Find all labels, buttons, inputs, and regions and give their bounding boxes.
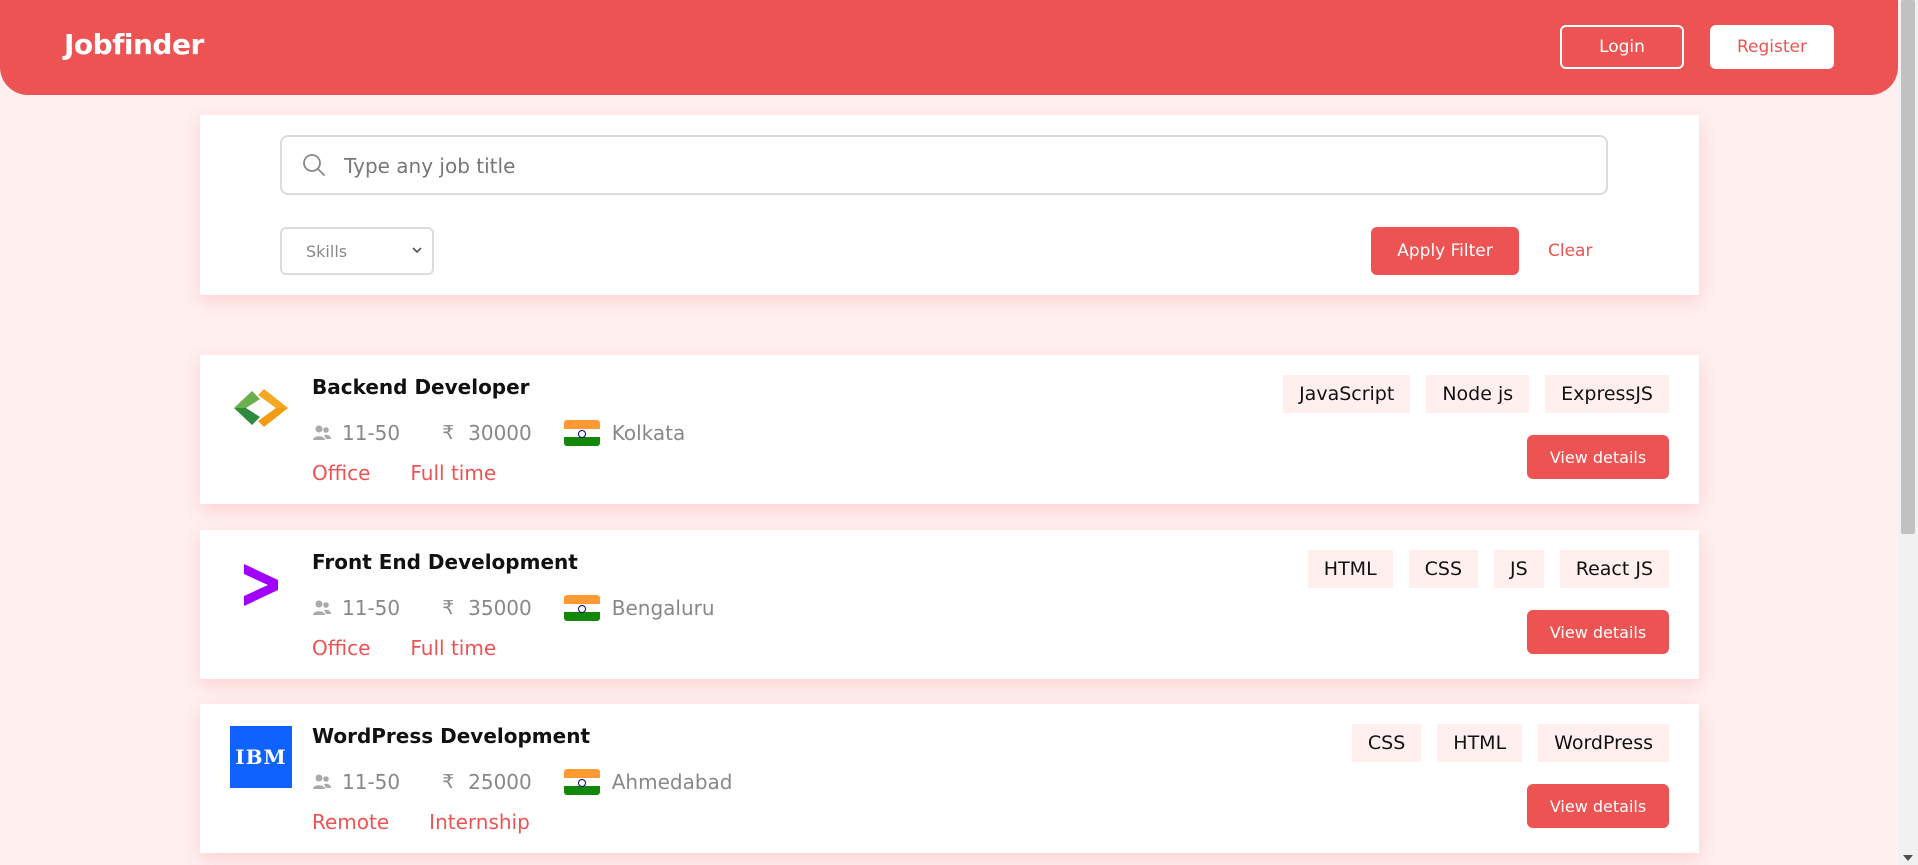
clear-filter-link[interactable]: Clear	[1548, 227, 1592, 275]
chevron-down-icon	[412, 247, 422, 254]
salary: 35000	[468, 596, 532, 620]
skill-chip: ExpressJS	[1545, 375, 1669, 413]
skill-chip: HTML	[1307, 550, 1393, 588]
job-meta: 11-50 ₹ 25000 Ahmedabad	[312, 768, 733, 796]
salary: 25000	[468, 770, 532, 794]
search-input[interactable]	[342, 139, 1586, 193]
job-type: Internship	[429, 810, 530, 834]
skills-list: HTML CSS JS React JS	[1307, 550, 1669, 588]
job-card: IBM WordPress Development 11-50 ₹ 25000 …	[200, 704, 1699, 853]
navbar: Jobfinder Login Register	[0, 0, 1898, 95]
apply-filter-button[interactable]: Apply Filter	[1371, 227, 1519, 275]
job-meta: 11-50 ₹ 35000 Bengaluru	[312, 594, 715, 622]
users-icon	[313, 425, 331, 440]
skill-chip: WordPress	[1538, 724, 1669, 762]
company-size: 11-50	[342, 596, 401, 620]
skill-chip: JS	[1494, 550, 1544, 588]
work-mode: Office	[312, 636, 371, 660]
skill-chip: HTML	[1437, 724, 1523, 762]
view-details-button[interactable]: View details	[1527, 435, 1669, 479]
company-logo-icon	[234, 389, 288, 427]
search-box[interactable]	[280, 135, 1608, 195]
job-type: Full time	[410, 636, 497, 660]
rupee-icon: ₹	[442, 422, 455, 444]
view-details-button[interactable]: View details	[1527, 610, 1669, 654]
skills-select-value: Skills	[306, 241, 348, 261]
skill-chip: CSS	[1351, 724, 1422, 762]
rupee-icon: ₹	[442, 597, 455, 619]
filter-panel: Skills Apply Filter Clear	[200, 115, 1699, 295]
company-logo-icon: IBM	[230, 726, 292, 788]
skill-chip: React JS	[1559, 550, 1669, 588]
skills-list: CSS HTML WordPress	[1351, 724, 1669, 762]
company-logo-icon	[244, 564, 278, 606]
work-mode: Office	[312, 461, 371, 485]
company-size: 11-50	[342, 421, 401, 445]
scrollbar[interactable]	[1898, 0, 1918, 865]
login-button[interactable]: Login	[1560, 25, 1684, 69]
india-flag-icon	[563, 595, 600, 621]
users-icon	[313, 774, 331, 789]
users-icon	[313, 600, 331, 615]
job-type: Full time	[410, 461, 497, 485]
rupee-icon: ₹	[442, 771, 455, 793]
scroll-thumb[interactable]	[1901, 0, 1915, 534]
company-size: 11-50	[342, 770, 401, 794]
job-title[interactable]: Front End Development	[312, 550, 578, 574]
job-meta: 11-50 ₹ 30000 Kolkata	[312, 419, 685, 447]
job-title[interactable]: Backend Developer	[312, 375, 530, 399]
salary: 30000	[468, 421, 532, 445]
skills-list: JavaScript Node js ExpressJS	[1283, 375, 1669, 413]
skill-chip: JavaScript	[1283, 375, 1411, 413]
work-mode: Remote	[312, 810, 390, 834]
job-title[interactable]: WordPress Development	[312, 724, 590, 748]
skill-chip: CSS	[1408, 550, 1479, 588]
location: Kolkata	[611, 421, 686, 445]
scroll-down-icon[interactable]	[1903, 855, 1913, 861]
location: Ahmedabad	[611, 770, 733, 794]
register-button[interactable]: Register	[1710, 25, 1834, 69]
job-tags: Office Full time	[312, 461, 536, 485]
location: Bengaluru	[611, 596, 715, 620]
job-tags: Office Full time	[312, 636, 536, 660]
job-card: Front End Development 11-50 ₹ 35000 Beng…	[200, 530, 1699, 679]
view-details-button[interactable]: View details	[1527, 784, 1669, 828]
skill-chip: Node js	[1426, 375, 1530, 413]
job-tags: Remote Internship	[312, 810, 570, 834]
brand-logo[interactable]: Jobfinder	[64, 28, 204, 61]
job-card: Backend Developer 11-50 ₹ 30000 Kolkata …	[200, 355, 1699, 504]
logo-text: IBM	[235, 745, 287, 769]
search-icon	[303, 154, 325, 176]
india-flag-icon	[563, 420, 600, 446]
skills-select[interactable]: Skills	[280, 227, 434, 275]
india-flag-icon	[563, 769, 600, 795]
